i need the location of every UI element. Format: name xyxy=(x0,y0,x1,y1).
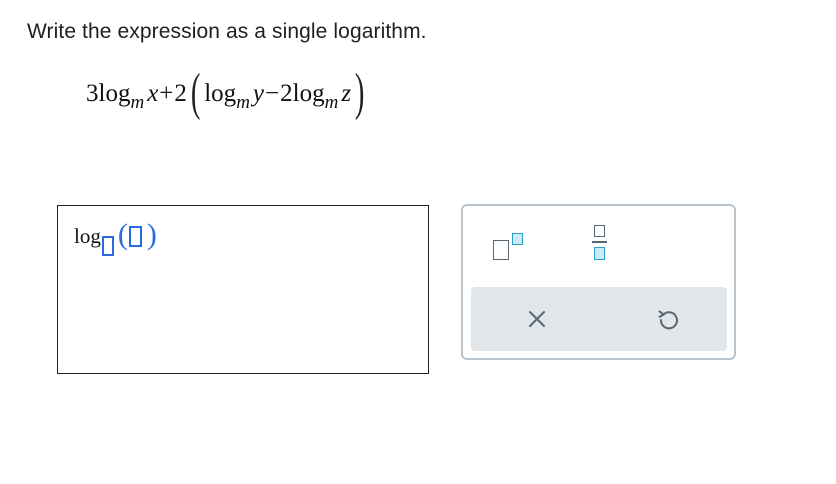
expr-coef-1: 3 xyxy=(86,80,99,107)
expr-var-x: x xyxy=(147,80,159,107)
fraction-template-button[interactable] xyxy=(587,220,617,268)
expr-base-3: m xyxy=(324,92,339,113)
answer-input-box[interactable]: log ( ) xyxy=(57,205,429,374)
log-base-slot[interactable] xyxy=(101,236,114,256)
exponent-template-button[interactable] xyxy=(493,230,533,262)
expr-log-2: log xyxy=(204,80,237,107)
expr-log-3: log xyxy=(292,80,325,107)
undo-button[interactable] xyxy=(655,306,681,332)
expr-log-1: log xyxy=(98,80,131,107)
undo-icon xyxy=(658,310,678,330)
expr-base-2: m xyxy=(236,92,250,113)
clear-button[interactable] xyxy=(525,307,549,331)
log-argument-slot[interactable] xyxy=(128,226,142,247)
expr-base-1: m xyxy=(130,92,145,113)
answer-log-label: log xyxy=(74,224,101,248)
expr-coef-2: 2 xyxy=(174,80,187,107)
question-prompt: Write the expression as a single logarit… xyxy=(27,20,427,43)
expr-plus: + xyxy=(159,80,174,107)
expr-minus: − xyxy=(265,80,280,107)
expr-var-y: y xyxy=(252,80,265,107)
expr-var-z: z xyxy=(341,80,352,107)
arg-close-paren: ) xyxy=(146,218,157,251)
expr-close-paren: ) xyxy=(354,64,365,121)
math-toolbar xyxy=(461,204,736,360)
arg-open-paren: ( xyxy=(117,218,128,251)
expr-open-paren: ( xyxy=(190,64,201,121)
action-bar xyxy=(471,287,727,351)
answer-log-template: log ( ) xyxy=(74,220,157,256)
given-expression: 3 log m x + 2 ( log m y − 2 log m z ) xyxy=(86,64,368,124)
expr-coef-3: 2 xyxy=(280,80,293,107)
clear-icon xyxy=(529,311,545,327)
